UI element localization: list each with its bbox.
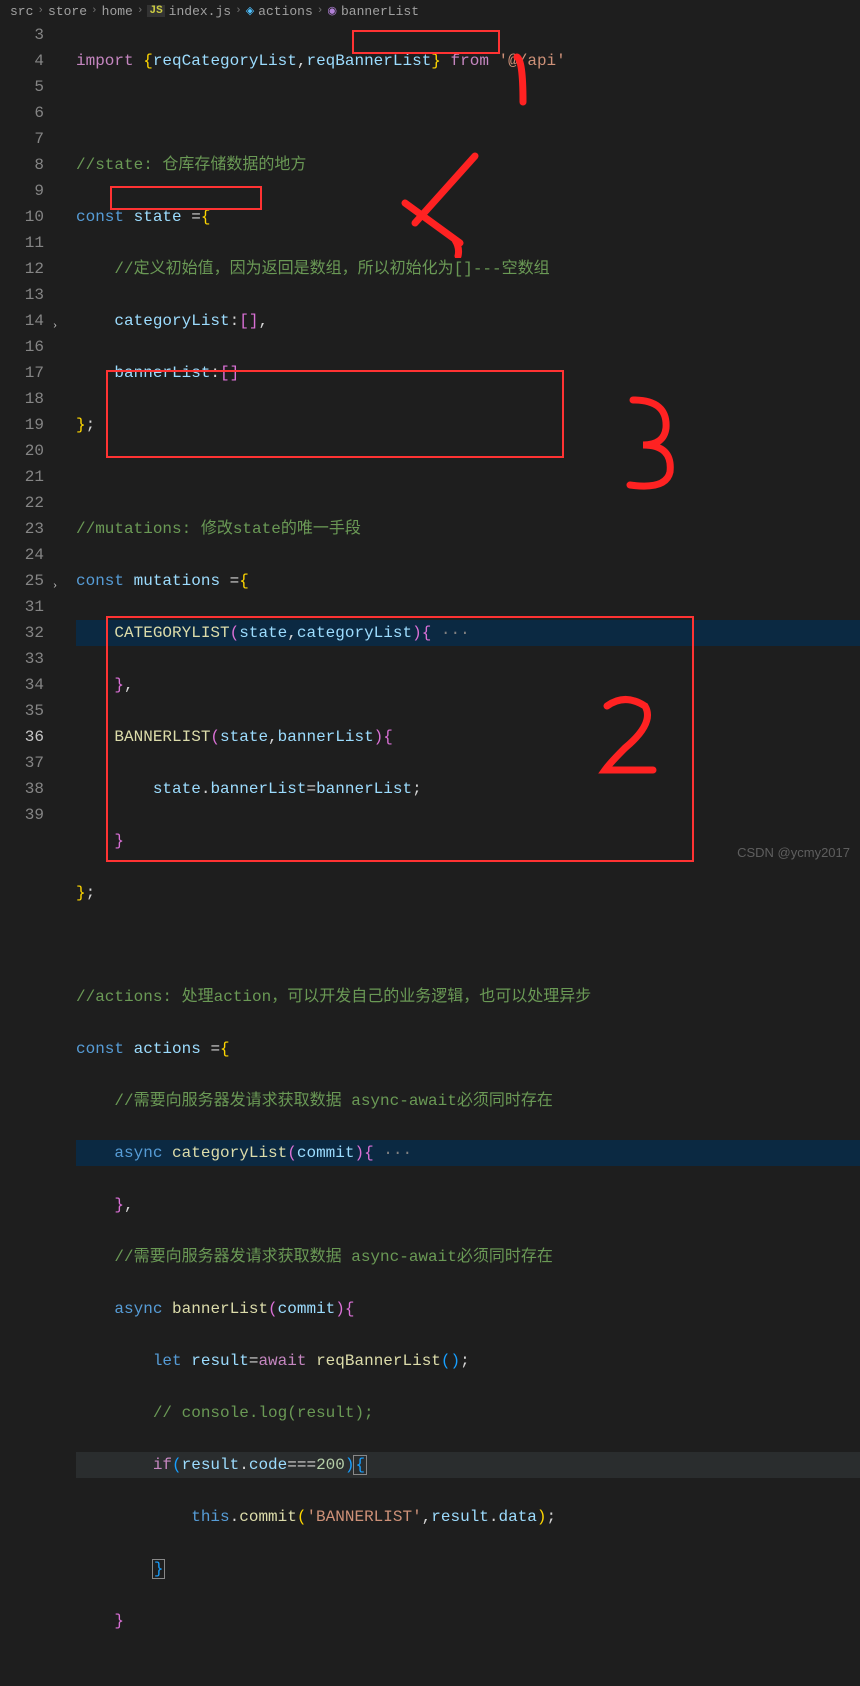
line-number: 11 [0,230,44,256]
chevron-right-icon: › [235,5,242,17]
code-editor[interactable]: 3 4 5 6 7 8 9 10 11 12 13 14› 16 17 18 1… [0,22,860,866]
line-number: 22 [0,490,44,516]
line-number: 9 [0,178,44,204]
crumb-folder[interactable]: home [102,4,133,19]
line-number: 7 [0,126,44,152]
line-number: 34 [0,672,44,698]
line-number: 3 [0,22,44,48]
symbol-method-icon: ◉ [327,4,337,18]
line-number: 35 [0,698,44,724]
crumb-folder[interactable]: store [48,4,87,19]
line-number: 20 [0,438,44,464]
crumb-symbol[interactable]: actions [258,4,313,19]
line-number: 39 [0,802,44,828]
js-file-icon: JS [147,5,164,17]
line-number: 10 [0,204,44,230]
fold-toggle-icon[interactable]: › [52,314,58,340]
line-number: 25› [0,568,44,594]
line-number: 23 [0,516,44,542]
crumb-file[interactable]: index.js [169,4,231,19]
line-number: 38 [0,776,44,802]
line-number: 24 [0,542,44,568]
watermark: CSDN @ycmy2017 [737,845,850,860]
chevron-right-icon: › [137,5,144,17]
symbol-object-icon: ◈ [246,4,254,18]
line-number: 5 [0,74,44,100]
line-number: 36 [0,724,44,750]
crumb-folder[interactable]: src [10,4,33,19]
line-number: 16 [0,334,44,360]
line-number: 6 [0,100,44,126]
line-number: 17 [0,360,44,386]
chevron-right-icon: › [91,5,98,17]
line-number: 37 [0,750,44,776]
breadcrumb: src › store › home › JS index.js › ◈ actions… [0,0,860,22]
crumb-symbol[interactable]: bannerList [341,4,419,19]
line-number: 31 [0,594,44,620]
chevron-right-icon: › [317,5,324,17]
line-number: 21 [0,464,44,490]
line-number: 14› [0,308,44,334]
line-number: 18 [0,386,44,412]
line-number: 13 [0,282,44,308]
line-number: 12 [0,256,44,282]
line-number: 32 [0,620,44,646]
fold-toggle-icon[interactable]: › [52,574,58,600]
chevron-right-icon: › [37,5,44,17]
line-number: 8 [0,152,44,178]
line-number: 33 [0,646,44,672]
line-number-gutter: 3 4 5 6 7 8 9 10 11 12 13 14› 16 17 18 1… [0,22,62,866]
line-number: 4 [0,48,44,74]
line-number: 19 [0,412,44,438]
code-content[interactable]: import {reqCategoryList,reqBannerList} f… [62,22,860,866]
